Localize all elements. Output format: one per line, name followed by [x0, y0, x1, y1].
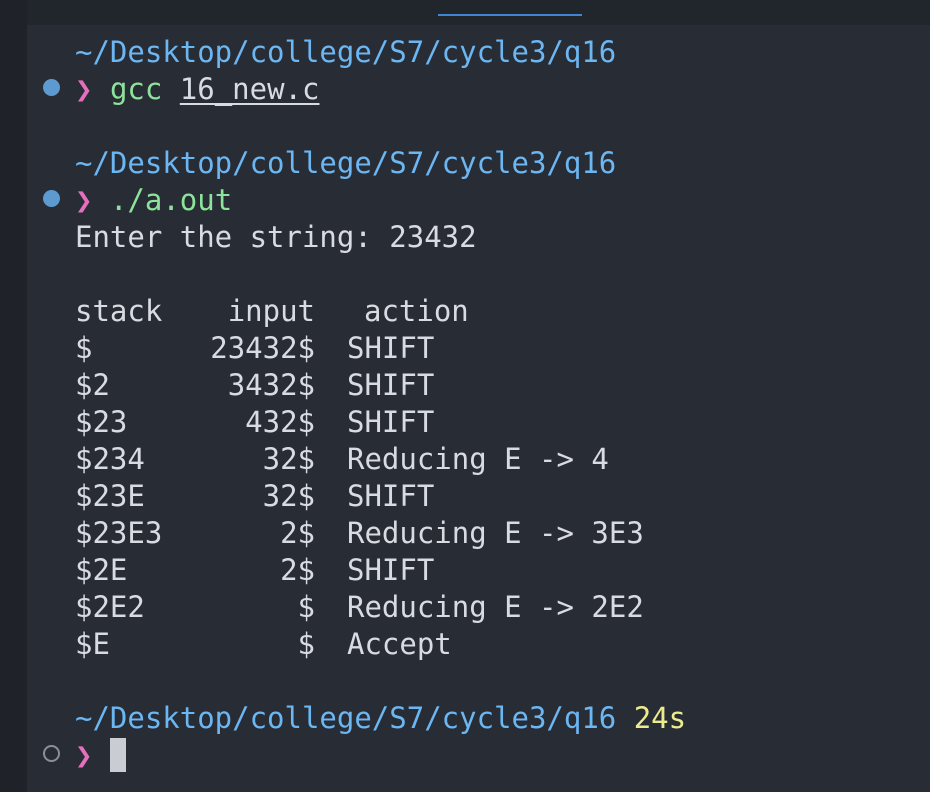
prompt-arrow-icon: ❯: [75, 183, 93, 217]
input-cell: 32$: [262, 442, 315, 476]
header-input: input: [227, 294, 315, 328]
cwd-path: ~/Desktop/college/S7/cycle3/q16: [75, 35, 617, 69]
action-cell: SHIFT: [347, 479, 435, 513]
active-tab-indicator[interactable]: [438, 14, 582, 16]
program-output: Enter the string: 23432: [75, 220, 477, 254]
stack-cell: $234: [75, 442, 145, 476]
prompt-status-dot-icon: [43, 79, 60, 96]
final-prompt-header: ~/Desktop/college/S7/cycle3/q16 24s: [75, 700, 686, 737]
table-header-row: stack input: [75, 293, 315, 330]
command-line: ❯ ./a.out: [75, 182, 232, 219]
input-cell: 2$: [280, 553, 315, 587]
cwd-path: ~/Desktop/college/S7/cycle3/q16: [75, 146, 617, 180]
text-cursor[interactable]: [109, 738, 126, 772]
command-duration: 24s: [633, 701, 687, 735]
action-cell: Accept: [347, 627, 452, 661]
stack-cell: $2E2: [75, 590, 145, 624]
stack-cell: $23: [75, 405, 128, 439]
table-row: $23E3 2$: [75, 515, 315, 552]
prompt-arrow-icon: ❯: [75, 72, 93, 106]
input-cell: 2$: [280, 516, 315, 550]
table-row: $2E2 $: [75, 589, 315, 626]
input-cell: 3432$: [227, 368, 315, 402]
file-argument-link[interactable]: 16_new.c: [180, 72, 320, 106]
command-name: ./a.out: [109, 183, 233, 217]
cwd-path: ~/Desktop/college/S7/cycle3/q16: [75, 701, 617, 735]
prompt-status-dot-icon: [43, 190, 60, 207]
prompt-arrow-icon: ❯: [75, 738, 93, 772]
command-name: gcc: [109, 72, 163, 106]
header-action: action: [364, 294, 469, 328]
prompt-status-empty-dot-icon: [43, 745, 60, 762]
table-row: $ 23432$: [75, 330, 315, 367]
command-line: ❯ gcc 16_new.c: [75, 71, 319, 108]
stack-cell: $E: [75, 627, 110, 661]
action-cell: SHIFT: [347, 368, 435, 402]
stack-cell: $2: [75, 368, 110, 402]
table-row: $2E 2$: [75, 552, 315, 589]
action-cell: Reducing E -> 2E2: [347, 590, 644, 624]
terminal-view[interactable]: ~/Desktop/college/S7/cycle3/q16 ❯ gcc 16…: [27, 25, 930, 792]
action-cell: Reducing E -> 3E3: [347, 516, 644, 550]
input-cell: $: [297, 627, 315, 661]
input-cell: $: [297, 590, 315, 624]
table-row: $23 432$: [75, 404, 315, 441]
stack-cell: $2E: [75, 553, 128, 587]
table-row: $E $: [75, 626, 315, 663]
stack-cell: $23E3: [75, 516, 163, 550]
stack-cell: $: [75, 331, 93, 365]
input-line[interactable]: ❯: [75, 737, 126, 774]
action-cell: SHIFT: [347, 405, 435, 439]
input-cell: 32$: [262, 479, 315, 513]
tab-bar: [27, 0, 930, 25]
table-row: $234 32$: [75, 441, 315, 478]
sidebar-edge: [0, 0, 27, 792]
stack-cell: $23E: [75, 479, 145, 513]
action-cell: SHIFT: [347, 331, 435, 365]
input-cell: 432$: [245, 405, 315, 439]
table-row: $2 3432$: [75, 367, 315, 404]
header-stack: stack: [75, 294, 163, 328]
action-cell: Reducing E -> 4: [347, 442, 609, 476]
input-cell: 23432$: [210, 331, 315, 365]
table-row: $23E 32$: [75, 478, 315, 515]
action-cell: SHIFT: [347, 553, 435, 587]
